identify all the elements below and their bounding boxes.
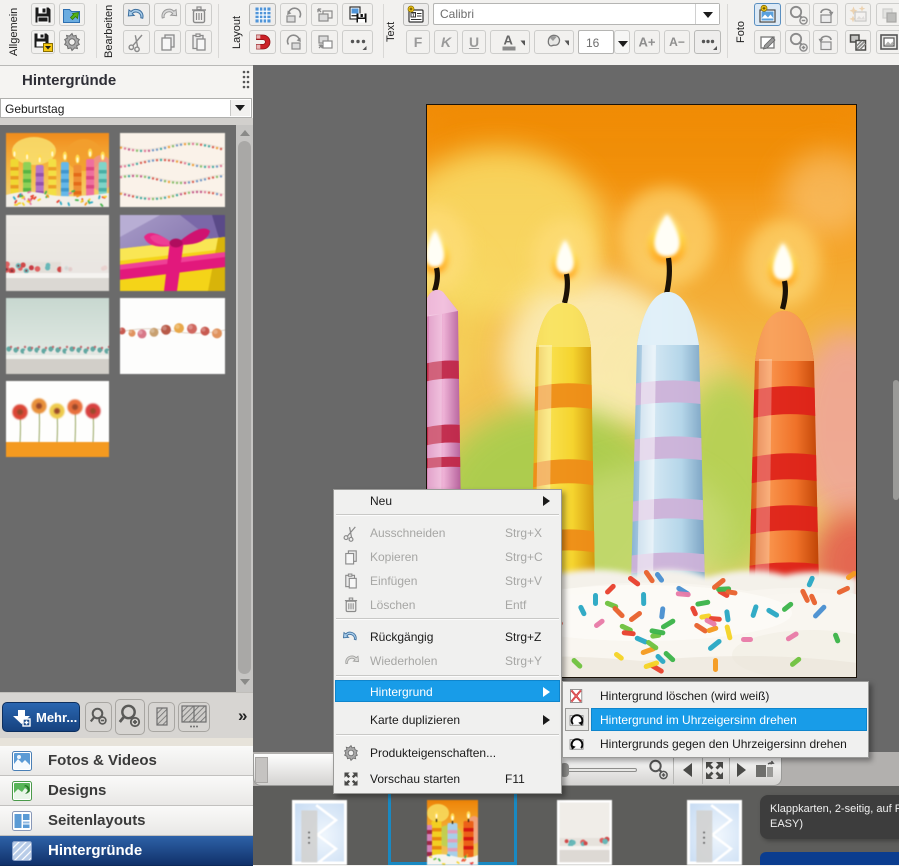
svg-text:A: A (504, 33, 514, 48)
svg-text:T: T (412, 12, 415, 17)
